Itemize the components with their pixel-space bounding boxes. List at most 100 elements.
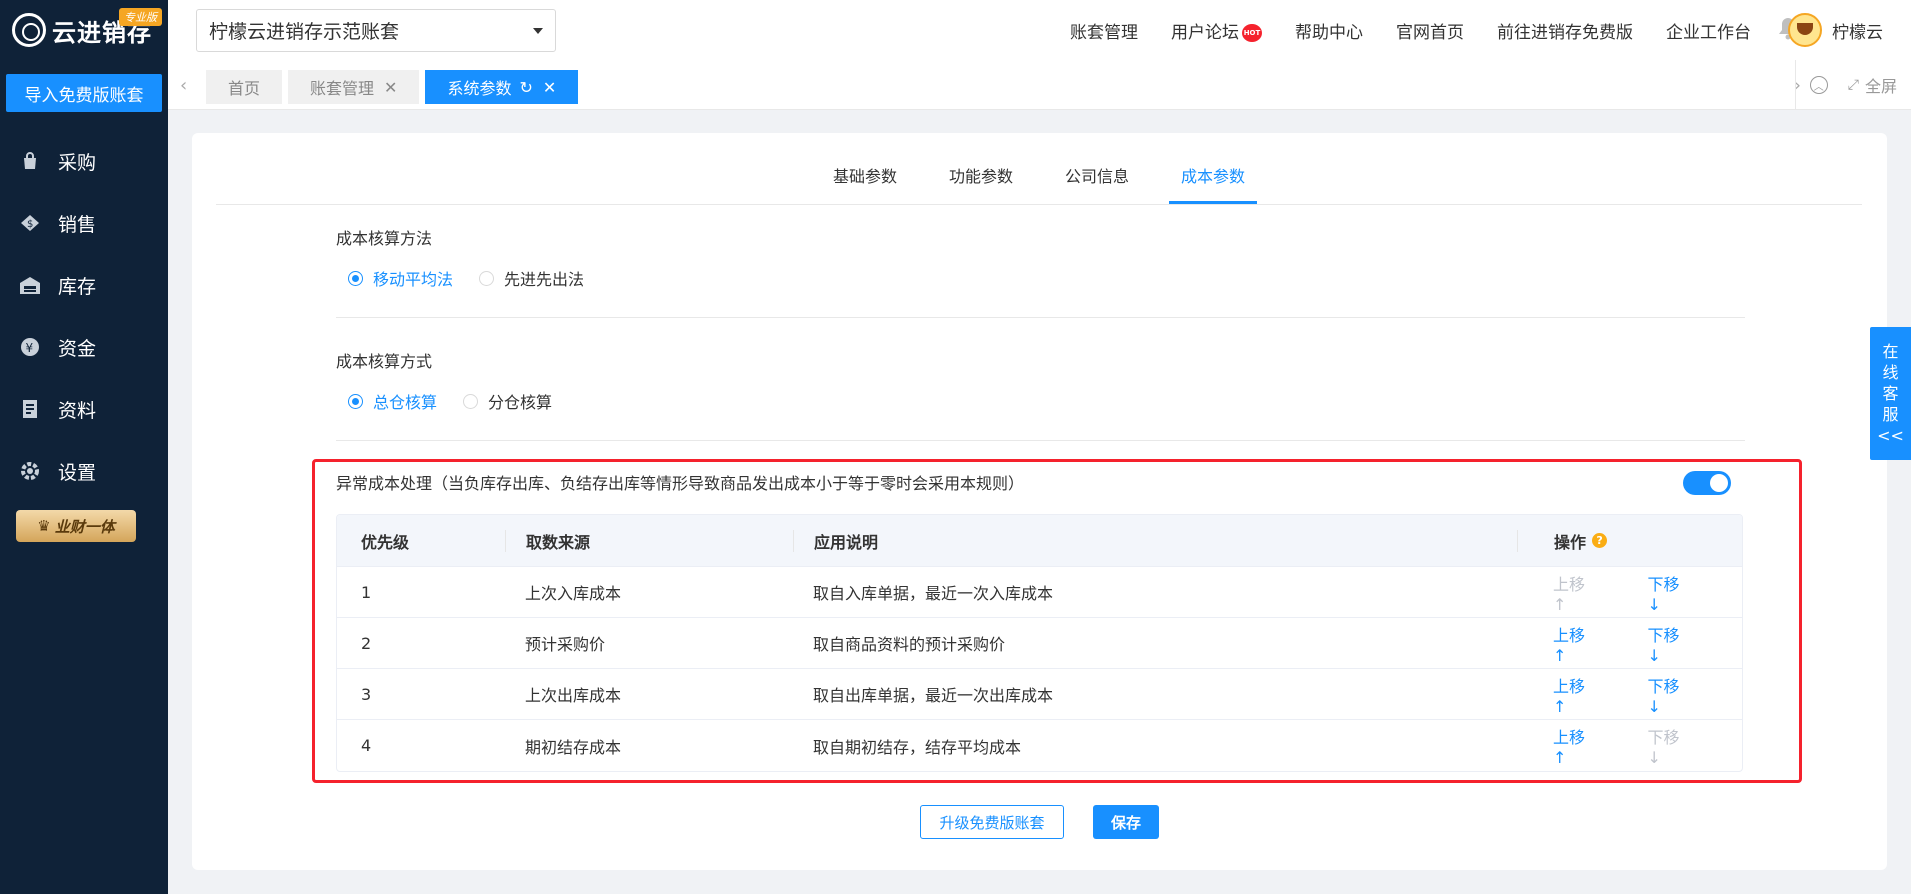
move-down-link[interactable]: 下移↓ bbox=[1648, 673, 1693, 716]
gear-icon bbox=[18, 459, 42, 483]
radio-total-warehouse[interactable]: 总仓核算 bbox=[348, 389, 437, 413]
sidebar-item-label: 资金 bbox=[58, 337, 97, 360]
cell-source: 上次入库成本 bbox=[525, 584, 622, 603]
cell-priority: 3 bbox=[361, 684, 372, 704]
sidebar-item-purchase[interactable]: 采购 bbox=[0, 130, 168, 192]
table-row: 4 期初结存成本 取自期初结存，结存平均成本 上移↑ 下移↓ bbox=[337, 720, 1742, 771]
help-icon[interactable]: ? bbox=[1592, 533, 1608, 548]
abnormal-cost-toggle[interactable] bbox=[1683, 471, 1731, 495]
sidebar-item-label: 库存 bbox=[58, 275, 97, 298]
collapse-up-icon[interactable]: ︿ bbox=[1809, 76, 1828, 94]
logo[interactable]: 云进销存 专业版 bbox=[0, 0, 168, 60]
tab-basic-params[interactable]: 基础参数 bbox=[821, 163, 909, 204]
cell-description: 取自商品资料的预计采购价 bbox=[813, 635, 1006, 654]
cell-priority: 1 bbox=[361, 582, 372, 602]
table-row: 1 上次入库成本 取自入库单据，最近一次入库成本 上移↑ 下移↓ bbox=[337, 567, 1742, 618]
sidebar-item-funds[interactable]: ¥ 资金 bbox=[0, 316, 168, 378]
move-down-link[interactable]: 下移↓ bbox=[1648, 622, 1693, 665]
tab-account-management[interactable]: 账套管理 ✕ bbox=[288, 70, 420, 104]
warehouse-icon bbox=[18, 273, 42, 297]
nav-account-management[interactable]: 账套管理 bbox=[1070, 18, 1138, 43]
divider bbox=[336, 440, 1745, 441]
service-char: 服 bbox=[1882, 405, 1899, 424]
radio-dot bbox=[463, 393, 479, 409]
collapse-icon: << bbox=[1877, 426, 1904, 445]
cell-operation: 上移↑ 下移↓ bbox=[1517, 673, 1742, 716]
tabs-scroll-left-icon[interactable]: ‹ bbox=[180, 75, 187, 96]
tab-label: 系统参数 bbox=[447, 79, 512, 98]
upgrade-free-account-button[interactable]: 升级免费版账套 bbox=[920, 805, 1064, 839]
fullscreen-label: 全屏 bbox=[1864, 77, 1897, 96]
cell-operation: 上移↑ 下移↓ bbox=[1517, 724, 1742, 767]
col-operation: 操作 ? bbox=[1517, 529, 1742, 552]
nav-help-center[interactable]: 帮助中心 bbox=[1295, 18, 1363, 43]
tab-home[interactable]: 首页 bbox=[206, 70, 283, 104]
close-icon[interactable]: ✕ bbox=[543, 78, 556, 97]
import-free-account-button[interactable]: 导入免费版账套 bbox=[6, 74, 162, 112]
tab-cost-params[interactable]: 成本参数 bbox=[1169, 163, 1258, 204]
cost-method-radios: 移动平均法 先进先出法 bbox=[348, 266, 610, 290]
radio-label: 移动平均法 bbox=[373, 270, 454, 289]
hot-badge: HOT bbox=[1242, 23, 1262, 42]
fullscreen-button[interactable]: ⤢ 全屏 bbox=[1848, 73, 1897, 97]
avatar bbox=[1788, 13, 1822, 47]
fullscreen-icon: ⤢ bbox=[1847, 77, 1859, 93]
radio-moving-average[interactable]: 移动平均法 bbox=[348, 266, 453, 290]
cell-source: 期初结存成本 bbox=[525, 737, 622, 757]
sidebar-item-label: 销售 bbox=[58, 213, 97, 236]
tab-tools: ︿ ⤢ 全屏 bbox=[1794, 60, 1911, 110]
nav-official-site[interactable]: 官网首页 bbox=[1396, 18, 1464, 43]
sidebar-item-data[interactable]: 资料 bbox=[0, 378, 168, 440]
yen-coin-icon: ¥ bbox=[18, 335, 42, 359]
online-service-tab[interactable]: 在 线 客 服 << bbox=[1870, 327, 1911, 460]
account-select[interactable]: 柠檬云进销存示范账套 bbox=[196, 9, 556, 52]
shopping-bag-icon bbox=[18, 149, 42, 173]
save-button[interactable]: 保存 bbox=[1093, 805, 1159, 839]
sidebar-item-settings[interactable]: 设置 bbox=[0, 440, 168, 502]
cost-mode-radios: 总仓核算 分仓核算 bbox=[348, 389, 578, 413]
table-row: 2 预计采购价 取自商品资料的预计采购价 上移↑ 下移↓ bbox=[337, 618, 1742, 669]
radio-per-warehouse[interactable]: 分仓核算 bbox=[463, 389, 552, 413]
move-up-link[interactable]: 上移↑ bbox=[1553, 622, 1598, 665]
cell-source: 预计采购价 bbox=[525, 635, 606, 654]
cell-priority: 4 bbox=[361, 736, 372, 755]
refresh-icon[interactable]: ↻ bbox=[519, 78, 532, 97]
move-up-link[interactable]: 上移↑ bbox=[1553, 673, 1598, 716]
nav-enterprise-workbench[interactable]: 企业工作台 bbox=[1666, 18, 1751, 43]
radio-dot bbox=[348, 270, 363, 286]
top-bar: 柠檬云进销存示范账套 账套管理 用户论坛 HOT 帮助中心 官网首页 前往进销存免… bbox=[168, 0, 1911, 60]
cost-mode-title: 成本核算方式 bbox=[336, 352, 433, 371]
user-menu[interactable]: 柠檬云 bbox=[1788, 12, 1883, 48]
promo-banner[interactable]: ♛ 业财一体 bbox=[16, 510, 136, 542]
sidebar-item-sales[interactable]: $ 销售 bbox=[0, 192, 168, 254]
sidebar: 云进销存 专业版 导入免费版账套 采购 $ 销售 库存 ¥ 资金 资料 设置 ♛… bbox=[0, 0, 168, 894]
tab-company-info[interactable]: 公司信息 bbox=[1053, 163, 1141, 204]
sidebar-item-label: 设置 bbox=[58, 461, 97, 484]
promo-label: 业财一体 bbox=[54, 517, 115, 536]
svg-text:¥: ¥ bbox=[26, 341, 34, 355]
close-icon[interactable]: ✕ bbox=[384, 78, 397, 97]
table-row: 3 上次出库成本 取自出库单据，最近一次出库成本 上移↑ 下移↓ bbox=[337, 669, 1742, 720]
tab-system-params[interactable]: 系统参数 ↻ ✕ bbox=[425, 70, 579, 104]
username: 柠檬云 bbox=[1832, 22, 1883, 43]
move-up-link[interactable]: 上移↑ bbox=[1553, 724, 1598, 767]
radio-label: 总仓核算 bbox=[373, 393, 438, 412]
move-down-link[interactable]: 下移↓ bbox=[1648, 571, 1693, 614]
service-char: 客 bbox=[1882, 384, 1899, 403]
radio-label: 先进先出法 bbox=[504, 270, 585, 289]
crown-icon: ♛ bbox=[37, 517, 51, 535]
sidebar-item-inventory[interactable]: 库存 bbox=[0, 254, 168, 316]
cell-description: 取自期初结存，结存平均成本 bbox=[813, 737, 1022, 757]
sidebar-menu: 采购 $ 销售 库存 ¥ 资金 资料 设置 bbox=[0, 130, 168, 502]
settings-panel: 基础参数 功能参数 公司信息 成本参数 成本核算方法 移动平均法 先进先出法 成… bbox=[192, 133, 1887, 870]
nav-user-forum[interactable]: 用户论坛 HOT bbox=[1171, 18, 1262, 43]
pro-badge: 专业版 bbox=[119, 8, 162, 26]
nav-free-version[interactable]: 前往进销存免费版 bbox=[1497, 18, 1633, 43]
tab-function-params[interactable]: 功能参数 bbox=[937, 163, 1025, 204]
service-char: 线 bbox=[1882, 363, 1899, 382]
svg-text:$: $ bbox=[27, 219, 33, 230]
abnormal-cost-title: 异常成本处理（当负库存出库、负结存出库等情形导致商品发出成本小于等于零时会采用本… bbox=[336, 474, 1025, 493]
radio-dot bbox=[348, 393, 363, 409]
col-description: 应用说明 bbox=[793, 529, 1517, 552]
radio-fifo[interactable]: 先进先出法 bbox=[479, 266, 584, 290]
